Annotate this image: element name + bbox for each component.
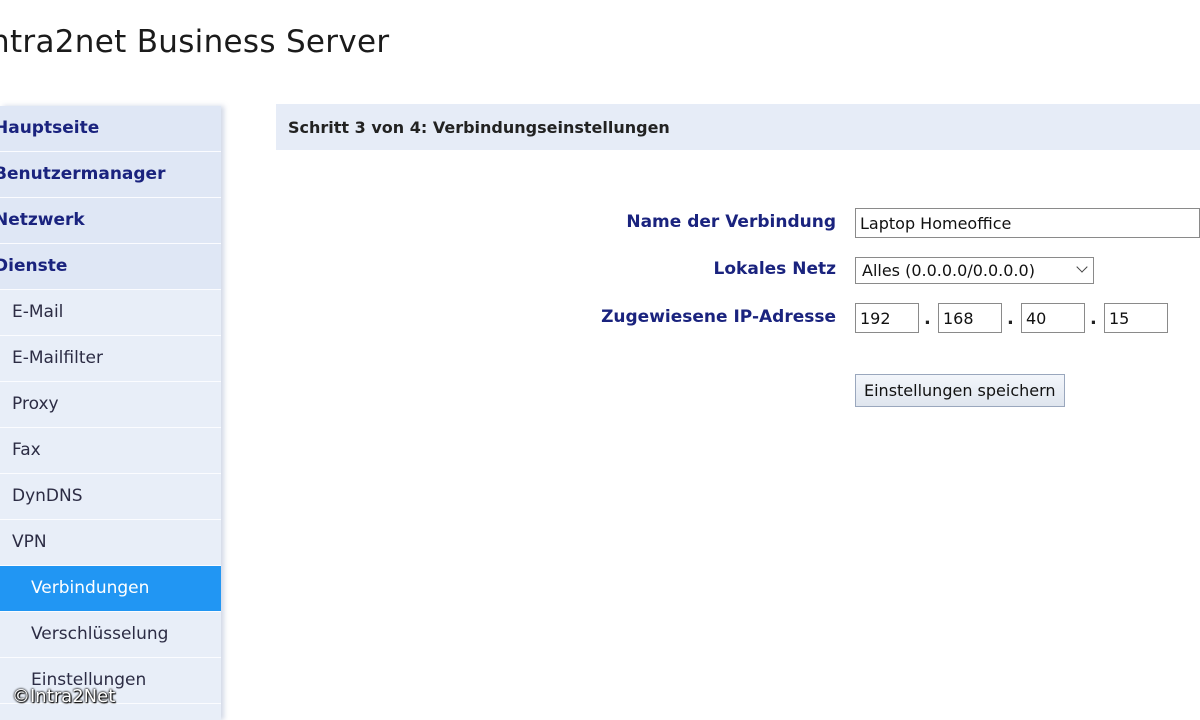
connection-name-label: Name der Verbindung — [626, 212, 836, 232]
sidebar-item-verbindungen[interactable]: Verbindungen — [0, 566, 221, 612]
sidebar-item-vpn[interactable]: VPN — [0, 520, 221, 566]
sidebar-item-dyndns[interactable]: DynDNS — [0, 474, 221, 520]
ip-octet-1-input[interactable] — [855, 303, 919, 333]
assigned-ip-label: Zugewiesene IP-Adresse — [601, 307, 836, 327]
sidebar-item-proxy[interactable]: Proxy — [0, 382, 221, 428]
copyright-watermark: ©Intra2Net — [12, 686, 116, 707]
panel-title: Schritt 3 von 4: Verbindungseinstellunge… — [276, 104, 1200, 150]
app-logo: ntra2net Business Server — [0, 24, 390, 60]
connection-name-input[interactable] — [855, 208, 1200, 238]
sidebar-item-dienste[interactable]: Dienste — [0, 244, 221, 290]
ip-separator: . — [924, 308, 931, 329]
content-panel: Schritt 3 von 4: Verbindungseinstellunge… — [276, 104, 1200, 720]
chevron-down-icon — [1076, 261, 1088, 273]
sidebar-item-netzwerk[interactable]: Netzwerk — [0, 198, 221, 244]
ip-separator: . — [1090, 308, 1097, 329]
sidebar-item-verschluesselung[interactable]: Verschlüsselung — [0, 612, 221, 658]
ip-octet-3-input[interactable] — [1021, 303, 1085, 333]
local-network-selected-value: Alles (0.0.0.0/0.0.0.0) — [862, 261, 1035, 280]
sidebar-item-benutzermanager[interactable]: Benutzermanager — [0, 152, 221, 198]
ip-octet-4-input[interactable] — [1104, 303, 1168, 333]
sidebar-item-fax[interactable]: Fax — [0, 428, 221, 474]
sidebar-item-email[interactable]: E-Mail — [0, 290, 221, 336]
ip-separator: . — [1007, 308, 1014, 329]
sidebar-nav: Hauptseite Benutzermanager Netzwerk Dien… — [0, 106, 221, 720]
sidebar-item-emailfilter[interactable]: E-Mailfilter — [0, 336, 221, 382]
save-settings-button[interactable]: Einstellungen speichern — [855, 374, 1065, 407]
local-network-label: Lokales Netz — [713, 259, 836, 279]
local-network-select[interactable]: Alles (0.0.0.0/0.0.0.0) — [855, 257, 1094, 284]
sidebar-item-hauptseite[interactable]: Hauptseite — [0, 106, 221, 152]
ip-octet-2-input[interactable] — [938, 303, 1002, 333]
